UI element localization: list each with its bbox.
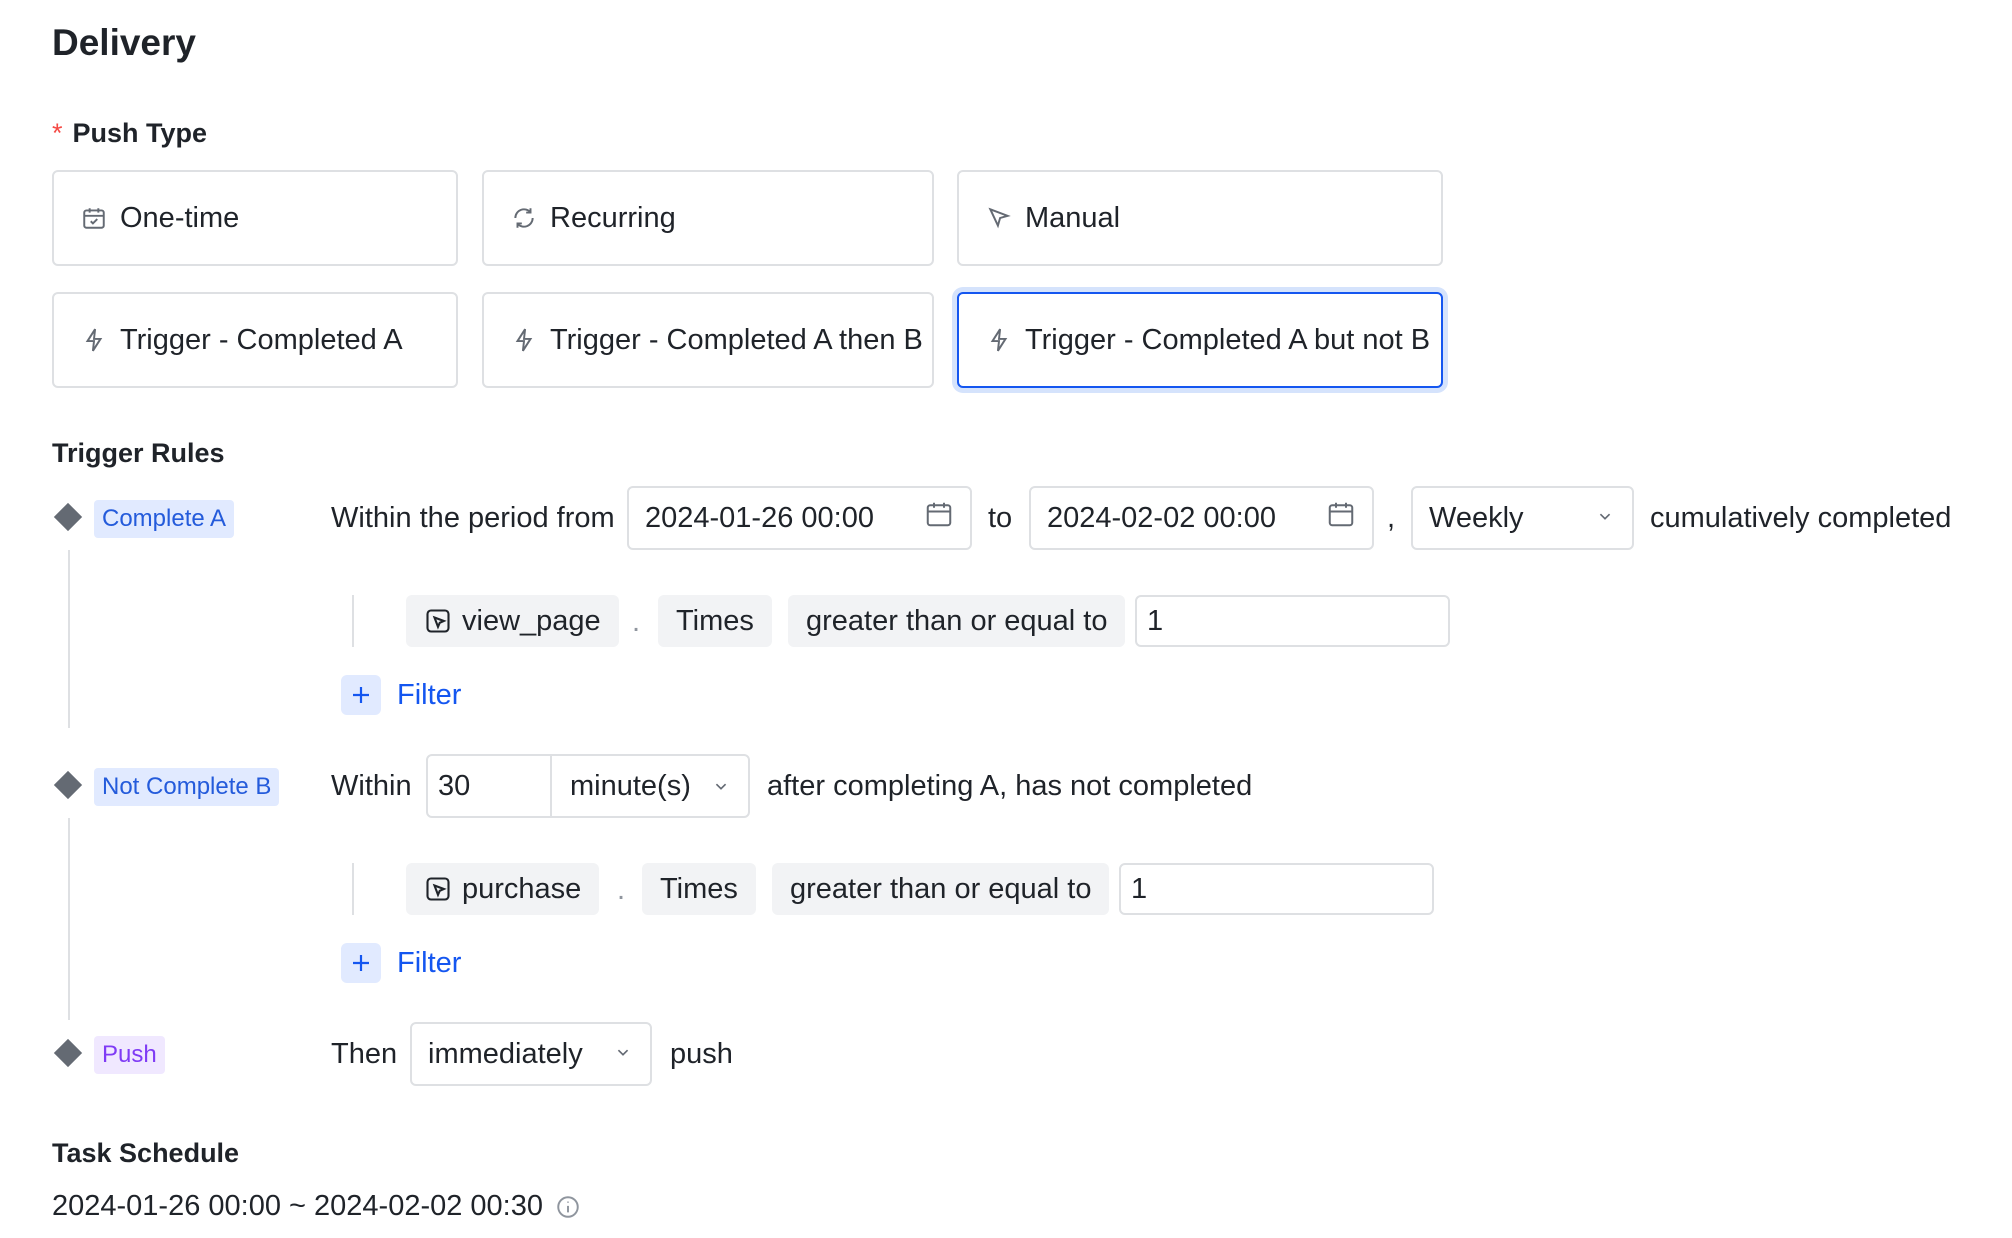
push-timing-value: immediately — [428, 1037, 583, 1070]
end-date-picker[interactable]: 2024-02-02 00:00 — [1029, 486, 1374, 550]
to-text: to — [988, 502, 1013, 534]
timeline-node — [53, 502, 83, 532]
info-icon[interactable] — [555, 1194, 581, 1220]
threshold-value: 1 — [1147, 604, 1164, 637]
metric-select[interactable]: Times — [642, 863, 756, 915]
dot-separator: . — [632, 606, 641, 638]
push-type-recurring[interactable]: Recurring — [482, 170, 934, 266]
after-completing-text: after completing A, has not completed — [767, 770, 1253, 802]
timeline-node — [53, 770, 83, 800]
task-schedule-label: Task Schedule — [52, 1138, 240, 1168]
push-type-label-text: Push Type — [72, 118, 208, 148]
trigger-rules-label: Trigger Rules — [52, 438, 225, 468]
chevron-down-icon — [1594, 502, 1616, 535]
event-select[interactable]: view_page — [406, 595, 619, 647]
event-icon — [426, 609, 450, 633]
push-tag: Push — [94, 1036, 165, 1074]
plus-icon — [341, 943, 381, 983]
comma-text: , — [1387, 502, 1396, 534]
push-type-label: Trigger - Completed A then B — [550, 323, 923, 356]
push-type-one-time[interactable]: One-time — [52, 170, 458, 266]
threshold-value: 1 — [1131, 872, 1148, 905]
within-text: Within — [331, 770, 412, 802]
calendar-icon — [1326, 499, 1356, 537]
page-title: Delivery — [52, 22, 196, 63]
operator-select[interactable]: greater than or equal to — [788, 595, 1126, 647]
threshold-input[interactable]: 1 — [1135, 595, 1450, 647]
frequency-value: Weekly — [1429, 501, 1524, 534]
operator-value: greater than or equal to — [790, 872, 1092, 905]
threshold-input[interactable]: 1 — [1119, 863, 1434, 915]
event-bar — [352, 595, 354, 647]
push-type-trigger-a-then-b[interactable]: Trigger - Completed A then B — [482, 292, 934, 388]
duration-unit-value: minute(s) — [570, 769, 691, 802]
duration-input[interactable]: 30 minute(s) — [426, 754, 750, 818]
push-type-label: Manual — [1025, 201, 1121, 234]
add-filter-button[interactable]: Filter — [341, 943, 461, 983]
operator-select[interactable]: greater than or equal to — [772, 863, 1110, 915]
event-icon — [426, 877, 450, 901]
push-type-label: Trigger - Completed A but not B — [1025, 323, 1431, 356]
chevron-down-icon — [710, 775, 732, 797]
dot-separator: . — [617, 874, 626, 906]
lightning-icon — [510, 326, 538, 354]
push-type-label: * Push Type — [52, 118, 207, 149]
cursor-icon — [985, 204, 1013, 232]
task-schedule-range: 2024-01-26 00:00 ~ 2024-02-02 00:30 — [52, 1190, 543, 1222]
duration-amount[interactable]: 30 — [428, 756, 552, 816]
filter-label: Filter — [397, 946, 462, 979]
push-type-manual[interactable]: Manual — [957, 170, 1443, 266]
timeline-line — [68, 818, 70, 1020]
push-type-trigger-a-not-b[interactable]: Trigger - Completed A but not B — [957, 292, 1443, 388]
plus-icon — [341, 675, 381, 715]
push-timing-select[interactable]: immediately — [410, 1022, 652, 1086]
add-filter-button[interactable]: Filter — [341, 675, 461, 715]
duration-unit-select[interactable]: minute(s) — [552, 756, 748, 816]
lightning-icon — [985, 326, 1013, 354]
complete-a-tag: Complete A — [94, 500, 235, 538]
required-mark: * — [52, 118, 63, 148]
refresh-icon — [510, 204, 538, 232]
metric-select[interactable]: Times — [658, 595, 772, 647]
push-type-trigger-a[interactable]: Trigger - Completed A — [52, 292, 458, 388]
not-complete-b-tag: Not Complete B — [94, 768, 280, 806]
calendar-icon — [924, 499, 954, 537]
push-type-label: Recurring — [550, 201, 676, 234]
event-bar — [352, 863, 354, 915]
metric-value: Times — [660, 872, 738, 905]
push-type-label: Trigger - Completed A — [120, 323, 403, 356]
metric-value: Times — [676, 604, 754, 637]
duration-amount-value: 30 — [438, 769, 471, 802]
event-name: purchase — [462, 872, 582, 905]
calendar-icon — [80, 204, 108, 232]
frequency-select[interactable]: Weekly — [1411, 486, 1634, 550]
start-date-picker[interactable]: 2024-01-26 00:00 — [627, 486, 972, 550]
lightning-icon — [80, 326, 108, 354]
operator-value: greater than or equal to — [806, 604, 1108, 637]
cumulative-text: cumulatively completed — [1650, 502, 1952, 534]
start-date-value: 2024-01-26 00:00 — [645, 501, 874, 534]
filter-label: Filter — [397, 678, 462, 711]
task-schedule-value: 2024-01-26 00:00 ~ 2024-02-02 00:30 — [52, 1192, 581, 1221]
delivery-page: Delivery * Push Type One-time Recurring M… — [0, 0, 2012, 1238]
chevron-down-icon — [612, 1038, 634, 1071]
push-text: push — [670, 1038, 733, 1070]
timeline-node — [53, 1038, 83, 1068]
within-period-text: Within the period from — [331, 502, 615, 534]
push-type-label: One-time — [120, 201, 240, 234]
then-text: Then — [331, 1038, 398, 1070]
end-date-value: 2024-02-02 00:00 — [1047, 501, 1276, 534]
event-name: view_page — [462, 604, 601, 637]
timeline-line — [68, 550, 70, 728]
event-select[interactable]: purchase — [406, 863, 600, 915]
